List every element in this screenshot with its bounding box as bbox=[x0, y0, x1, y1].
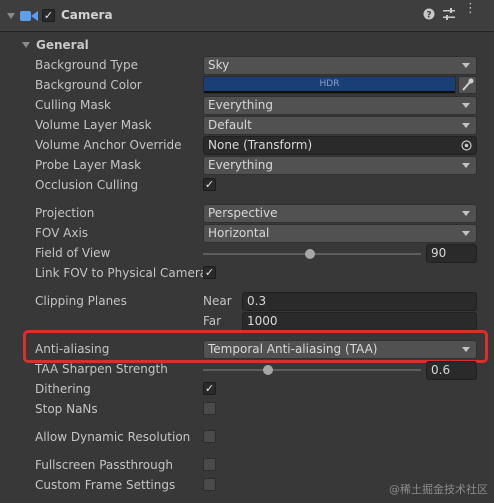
occlusion-culling-label: Occlusion Culling bbox=[35, 178, 139, 192]
field-of-view-label: Field of View bbox=[35, 246, 111, 260]
field-of-view-input[interactable]: 90 bbox=[426, 244, 477, 263]
component-title: Camera bbox=[61, 8, 113, 22]
section-title: General bbox=[36, 38, 89, 52]
stop-nans-checkbox[interactable] bbox=[203, 402, 216, 415]
section-foldout-icon[interactable] bbox=[22, 42, 30, 48]
volume-layer-mask-label: Volume Layer Mask bbox=[35, 118, 152, 132]
culling-mask-dropdown[interactable]: Everything bbox=[203, 96, 477, 115]
volume-layer-mask-value: Default bbox=[208, 118, 252, 132]
alpha-bar bbox=[204, 91, 455, 93]
volume-anchor-value: None (Transform) bbox=[208, 138, 313, 152]
custom-frame-settings-label: Custom Frame Settings bbox=[35, 478, 176, 492]
projection-value: Perspective bbox=[208, 206, 278, 220]
volume-layer-mask-dropdown[interactable]: Default bbox=[203, 116, 477, 135]
stop-nans-label: Stop NaNs bbox=[35, 402, 98, 416]
taa-sharpen-slider-track[interactable] bbox=[203, 369, 421, 371]
chevron-down-icon bbox=[462, 123, 470, 128]
background-type-label: Background Type bbox=[35, 58, 138, 72]
fov-axis-label: FOV Axis bbox=[35, 226, 89, 240]
eyedropper-icon bbox=[462, 78, 474, 91]
chevron-down-icon bbox=[462, 211, 470, 216]
svg-text:?: ? bbox=[426, 10, 431, 20]
fov-axis-dropdown[interactable]: Horizontal bbox=[203, 224, 477, 243]
probe-layer-mask-value: Everything bbox=[208, 158, 273, 172]
culling-mask-label: Culling Mask bbox=[35, 98, 111, 112]
near-plane-input[interactable]: 0.3 bbox=[242, 292, 477, 311]
highlight-annotation-box bbox=[23, 330, 488, 363]
field-of-view-slider-knob[interactable] bbox=[304, 249, 315, 259]
chevron-down-icon bbox=[462, 103, 470, 108]
chevron-down-icon bbox=[462, 163, 470, 168]
link-fov-label: Link FOV to Physical Camera bbox=[35, 266, 208, 280]
presets-icon[interactable] bbox=[443, 8, 455, 23]
projection-label: Projection bbox=[35, 206, 95, 220]
eyedropper-button[interactable] bbox=[458, 76, 477, 94]
foldout-arrow-icon[interactable] bbox=[7, 13, 15, 19]
taa-sharpen-input[interactable]: 0.6 bbox=[426, 361, 477, 380]
fullscreen-passthrough-label: Fullscreen Passthrough bbox=[35, 458, 173, 472]
hdr-tag: HDR bbox=[319, 79, 340, 89]
camera-icon bbox=[20, 11, 38, 21]
clipping-planes-label: Clipping Planes bbox=[35, 294, 127, 308]
far-label: Far bbox=[203, 314, 222, 328]
near-plane-value: 0.3 bbox=[247, 294, 267, 308]
chevron-down-icon bbox=[462, 63, 470, 68]
fullscreen-passthrough-checkbox[interactable] bbox=[203, 458, 216, 471]
field-of-view-value: 90 bbox=[431, 246, 447, 260]
more-icon[interactable]: ⋮ bbox=[464, 2, 477, 15]
volume-anchor-override-label: Volume Anchor Override bbox=[35, 138, 182, 152]
probe-layer-mask-label: Probe Layer Mask bbox=[35, 158, 142, 172]
background-type-value: Sky bbox=[208, 58, 230, 72]
help-icon[interactable]: ? bbox=[423, 8, 435, 23]
far-plane-value: 1000 bbox=[247, 314, 278, 328]
occlusion-culling-checkbox[interactable]: ✓ bbox=[203, 178, 216, 191]
background-type-dropdown[interactable]: Sky bbox=[203, 56, 477, 75]
culling-mask-value: Everything bbox=[208, 98, 273, 112]
near-label: Near bbox=[203, 294, 232, 308]
component-enabled-checkbox[interactable]: ✓ bbox=[42, 9, 55, 22]
chevron-down-icon bbox=[462, 231, 470, 236]
projection-dropdown[interactable]: Perspective bbox=[203, 204, 477, 223]
dithering-checkbox[interactable]: ✓ bbox=[203, 382, 216, 395]
taa-sharpen-label: TAA Sharpen Strength bbox=[35, 362, 168, 376]
volume-anchor-object-field[interactable]: None (Transform) bbox=[203, 136, 477, 155]
link-fov-checkbox[interactable]: ✓ bbox=[203, 266, 216, 279]
watermark-text: @稀土掘金技术社区 bbox=[389, 483, 488, 496]
background-color-swatch[interactable]: HDR bbox=[203, 76, 456, 94]
object-picker-icon[interactable] bbox=[461, 140, 472, 151]
allow-dynamic-resolution-checkbox[interactable] bbox=[203, 430, 216, 443]
background-color-label: Background Color bbox=[35, 78, 142, 92]
fov-axis-value: Horizontal bbox=[208, 226, 270, 240]
dithering-label: Dithering bbox=[35, 382, 91, 396]
allow-dynamic-resolution-label: Allow Dynamic Resolution bbox=[35, 430, 191, 444]
custom-frame-settings-checkbox[interactable] bbox=[203, 478, 216, 491]
taa-sharpen-value: 0.6 bbox=[431, 363, 451, 377]
far-plane-input[interactable]: 1000 bbox=[242, 312, 477, 331]
probe-layer-mask-dropdown[interactable]: Everything bbox=[203, 156, 477, 175]
taa-sharpen-slider-knob[interactable] bbox=[263, 365, 274, 375]
